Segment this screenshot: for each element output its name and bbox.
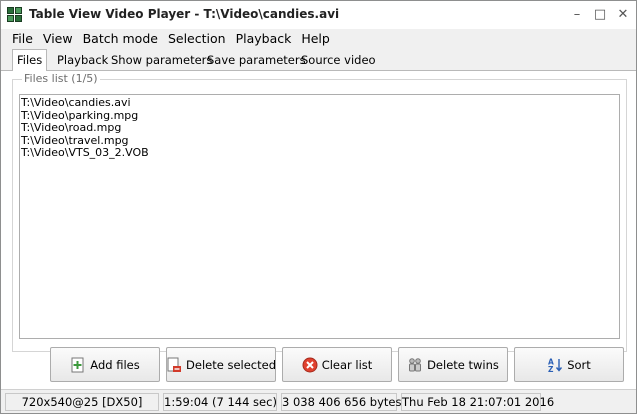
title-bar[interactable]: Table View Video Player - T:\Video\candi… xyxy=(1,1,636,29)
delete-selected-button[interactable]: Delete selected xyxy=(166,347,276,382)
files-list[interactable]: T:\Video\candies.avi T:\Video\parking.mp… xyxy=(19,94,620,339)
close-icon[interactable]: ✕ xyxy=(612,5,634,25)
clear-list-button[interactable]: Clear list xyxy=(282,347,392,382)
clear-icon xyxy=(302,357,318,372)
status-bar: 720x540@25 [DX50] 1:59:04 (7 144 sec) 3 … xyxy=(1,389,636,413)
tab-source-video[interactable]: Source video xyxy=(297,51,380,71)
status-size: 3 038 406 656 bytes xyxy=(281,393,402,411)
files-panel: Files list (1/5) T:\Video\candies.avi T:… xyxy=(1,71,636,389)
status-date: Thu Feb 18 21:07:01 2016 xyxy=(401,393,555,411)
menu-view[interactable]: View xyxy=(38,29,78,49)
add-file-icon xyxy=(71,357,84,372)
add-files-button[interactable]: Add files xyxy=(50,347,160,382)
delete-twins-button[interactable]: Delete twins xyxy=(398,347,508,382)
window-title: Table View Video Player - T:\Video\candi… xyxy=(29,7,340,21)
tab-bar: Files Playback Show parameters Save para… xyxy=(1,49,636,72)
menu-batch-mode[interactable]: Batch mode xyxy=(78,29,163,49)
menu-help[interactable]: Help xyxy=(296,29,335,49)
list-item[interactable]: T:\Video\road.mpg xyxy=(21,121,618,135)
tab-show-parameters[interactable]: Show parameters xyxy=(107,51,216,71)
tab-save-parameters[interactable]: Save parameters xyxy=(203,51,310,71)
menu-playback[interactable]: Playback xyxy=(231,29,297,49)
add-files-label: Add files xyxy=(90,357,140,372)
svg-text:Z: Z xyxy=(548,365,554,373)
app-grid-icon[interactable] xyxy=(7,7,22,22)
files-groupbox: Files list (1/5) T:\Video\candies.avi T:… xyxy=(12,72,627,352)
status-duration: 1:59:04 (7 144 sec) xyxy=(163,393,277,411)
delete-twins-label: Delete twins xyxy=(427,357,499,372)
app-window: Table View Video Player - T:\Video\candi… xyxy=(0,0,637,414)
delete-selected-label: Delete selected xyxy=(186,357,276,372)
tab-playback[interactable]: Playback xyxy=(53,51,112,71)
sort-az-icon: A Z xyxy=(548,357,563,373)
menu-bar: File View Batch mode Selection Playback … xyxy=(1,29,636,49)
menu-selection[interactable]: Selection xyxy=(163,29,231,49)
minimize-icon[interactable]: – xyxy=(566,5,588,25)
twins-icon xyxy=(409,357,422,371)
delete-file-icon xyxy=(167,357,182,372)
tab-files[interactable]: Files xyxy=(12,49,48,72)
maximize-icon[interactable]: □ xyxy=(589,5,611,25)
action-buttons: Add files Delete selected Clear list Del… xyxy=(1,347,636,383)
files-list-label: Files list (1/5) xyxy=(22,72,100,85)
menu-file[interactable]: File xyxy=(7,29,38,49)
list-item[interactable]: T:\Video\candies.avi xyxy=(21,96,618,110)
status-format: 720x540@25 [DX50] xyxy=(5,393,159,411)
list-item[interactable]: T:\Video\VTS_03_2.VOB xyxy=(21,146,618,160)
clear-list-label: Clear list xyxy=(321,357,373,372)
sort-label: Sort xyxy=(567,357,591,372)
sort-button[interactable]: A Z Sort xyxy=(514,347,624,382)
